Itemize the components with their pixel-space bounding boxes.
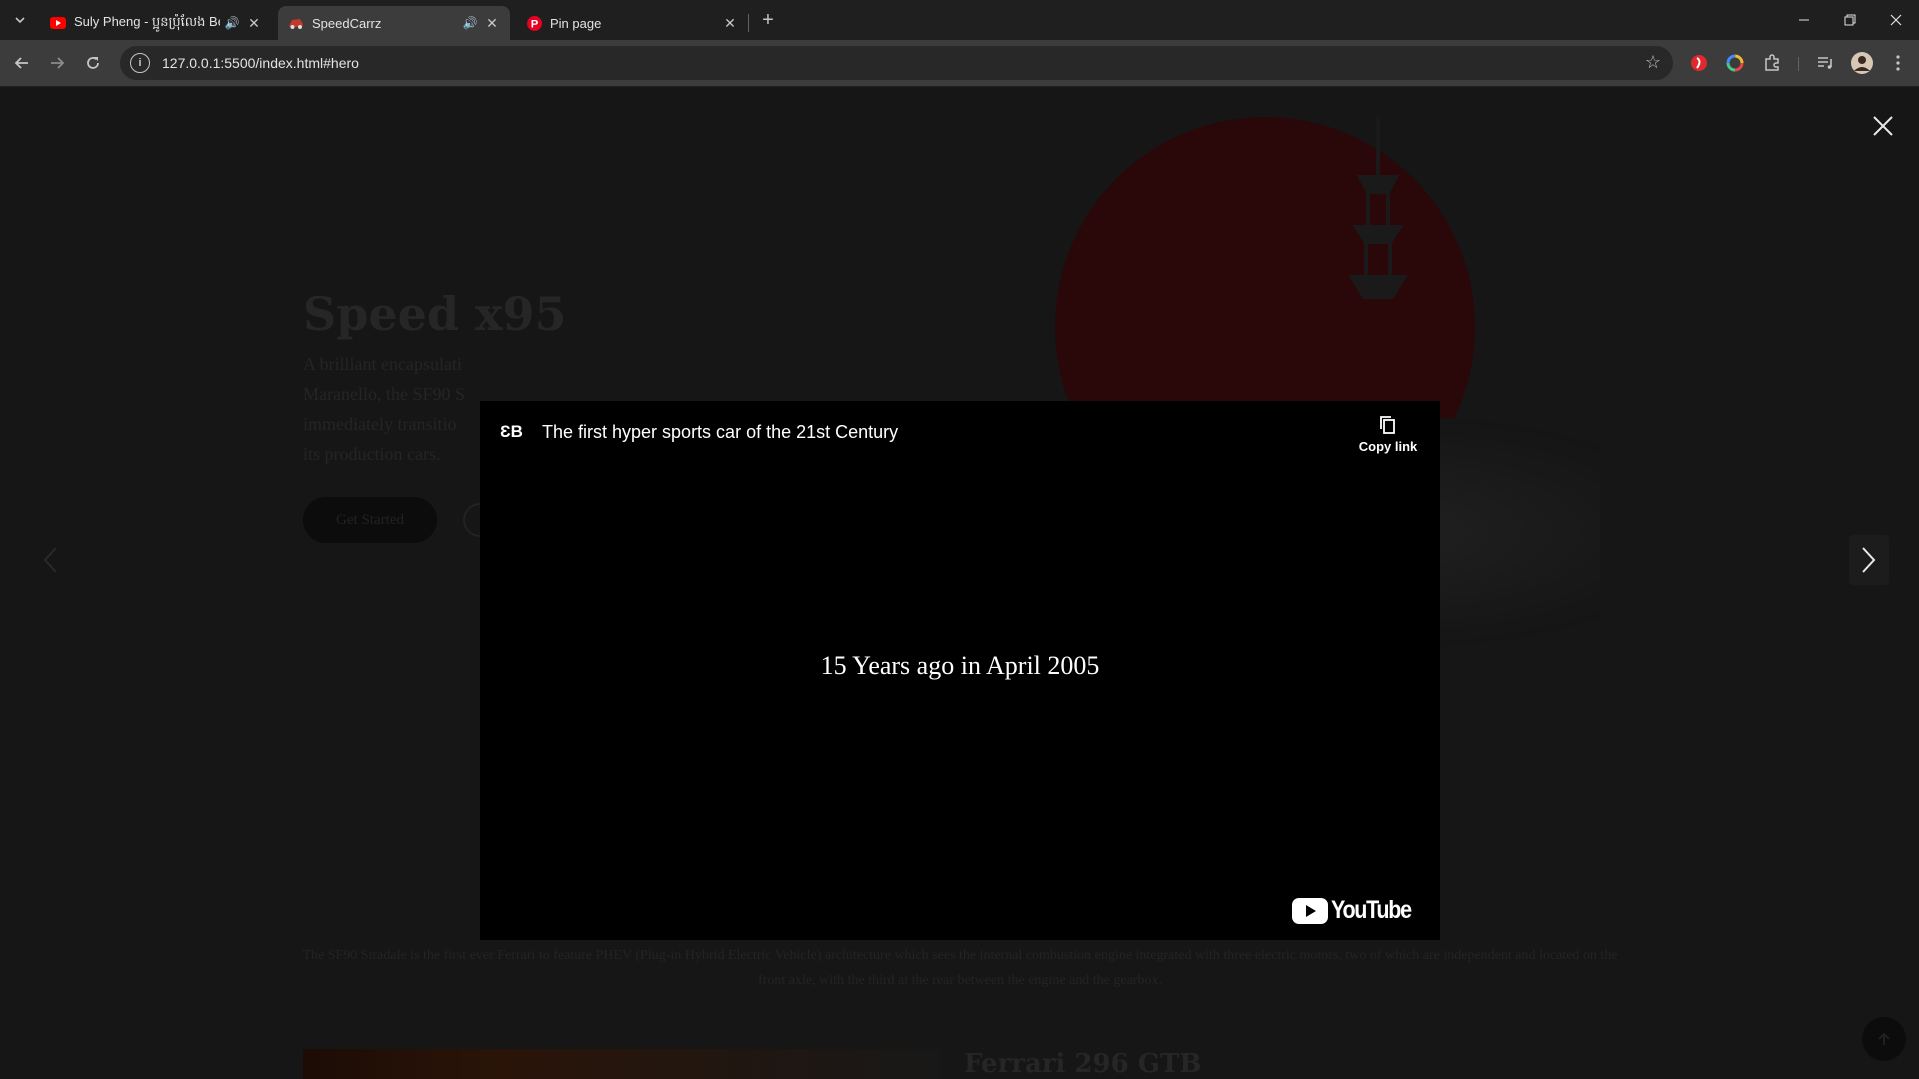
tab-title: Pin page (550, 15, 602, 31)
chevron-down-icon (15, 17, 25, 24)
speaker-icon[interactable]: 🔊 (462, 16, 478, 30)
reload-button[interactable] (79, 49, 107, 77)
scroll-to-top-button[interactable] (1862, 1017, 1906, 1061)
arrow-right-icon (51, 57, 65, 69)
chevron-left-icon (43, 547, 57, 573)
tab-separator (748, 14, 749, 32)
arrow-up-icon (1878, 1032, 1890, 1045)
new-tab-button[interactable]: + (756, 8, 780, 32)
youtube-play-icon (1292, 897, 1329, 924)
slider-next-button[interactable] (1849, 535, 1889, 585)
svg-text:P: P (530, 18, 538, 30)
minimize-icon (1799, 19, 1809, 21)
media-controls-icon[interactable] (1813, 51, 1837, 75)
get-started-button[interactable]: Get Started (303, 497, 437, 543)
tab-youtube[interactable]: Suly Pheng - ប្អូនប្រុំលែង Be 🔊 ✕ (40, 6, 272, 40)
minimize-button[interactable] (1781, 0, 1827, 40)
youtube-icon (50, 15, 66, 31)
close-icon (1873, 116, 1893, 136)
svg-text:ƐB: ƐB (500, 423, 523, 439)
copy-link-label: Copy link (1358, 439, 1418, 454)
toolbar-separator (1798, 57, 1799, 71)
close-window-button[interactable] (1873, 0, 1919, 40)
performance-description: The SF90 Stradale is the first ever Ferr… (302, 948, 1618, 988)
copy-link-button[interactable]: Copy link (1356, 415, 1420, 454)
car-card-title: Ferrari 296 GTB (964, 1049, 1202, 1079)
speaker-icon[interactable]: 🔊 (224, 16, 240, 30)
youtube-video-player[interactable]: ƐB The first hyper sports car of the 21s… (480, 401, 1440, 940)
extension-red-icon[interactable] (1687, 51, 1711, 75)
profile-avatar[interactable] (1850, 51, 1874, 75)
page-viewport: Speed x95 A brilliant encapsulati Marane… (0, 87, 1919, 1079)
tab-pinterest[interactable]: P Pin page ✕ (516, 6, 748, 40)
close-tab-icon[interactable]: ✕ (722, 15, 738, 32)
bookmark-star-icon[interactable]: ☆ (1645, 52, 1661, 73)
hero-title: Speed x95 (303, 287, 567, 341)
speedcarrz-icon (288, 15, 304, 31)
restore-button[interactable] (1827, 0, 1873, 40)
address-bar[interactable]: i 127.0.0.1:5500/index.html#hero ☆ (120, 46, 1673, 80)
browser-toolbar: i 127.0.0.1:5500/index.html#hero ☆ (0, 40, 1919, 87)
bugatti-logo-icon[interactable]: ƐB (500, 419, 524, 443)
lightbox-close-button[interactable] (1866, 109, 1900, 143)
tab-search-button[interactable] (8, 8, 32, 32)
back-button[interactable] (8, 49, 36, 77)
forward-button[interactable] (43, 49, 71, 77)
video-title[interactable]: The first hyper sports car of the 21st C… (542, 422, 898, 443)
close-icon (1890, 14, 1902, 26)
pagoda-graphic (1348, 117, 1408, 299)
close-tab-icon[interactable]: ✕ (484, 15, 500, 32)
youtube-wordmark: YouTube (1331, 896, 1412, 924)
car-card-image (303, 1049, 940, 1079)
extension-color-icon[interactable] (1723, 51, 1747, 75)
arrow-left-icon (14, 57, 28, 69)
chevron-right-icon (1862, 547, 1876, 573)
extensions-puzzle-icon[interactable] (1760, 51, 1784, 75)
video-frame-text: 15 Years ago in April 2005 (820, 651, 1100, 680)
site-info-icon[interactable]: i (130, 53, 150, 73)
tab-speedcarrz[interactable]: SpeedCarrz 🔊 ✕ (278, 6, 510, 40)
tab-strip: Suly Pheng - ប្អូនប្រុំលែង Be 🔊 ✕ SpeedC… (0, 0, 1919, 40)
restore-icon (1844, 14, 1856, 26)
pinterest-icon: P (526, 15, 542, 31)
more-menu-icon[interactable] (1886, 51, 1910, 75)
close-tab-icon[interactable]: ✕ (246, 15, 262, 32)
url-text: 127.0.0.1:5500/index.html#hero (162, 55, 359, 71)
reload-icon (87, 57, 99, 69)
youtube-logo[interactable]: YouTube (1292, 896, 1424, 925)
tab-title: SpeedCarrz (312, 15, 382, 31)
slider-prev-button[interactable] (30, 535, 70, 585)
copy-icon (1380, 416, 1395, 434)
tab-title: Suly Pheng - ប្អូនប្រុំលែង Be (74, 13, 220, 29)
